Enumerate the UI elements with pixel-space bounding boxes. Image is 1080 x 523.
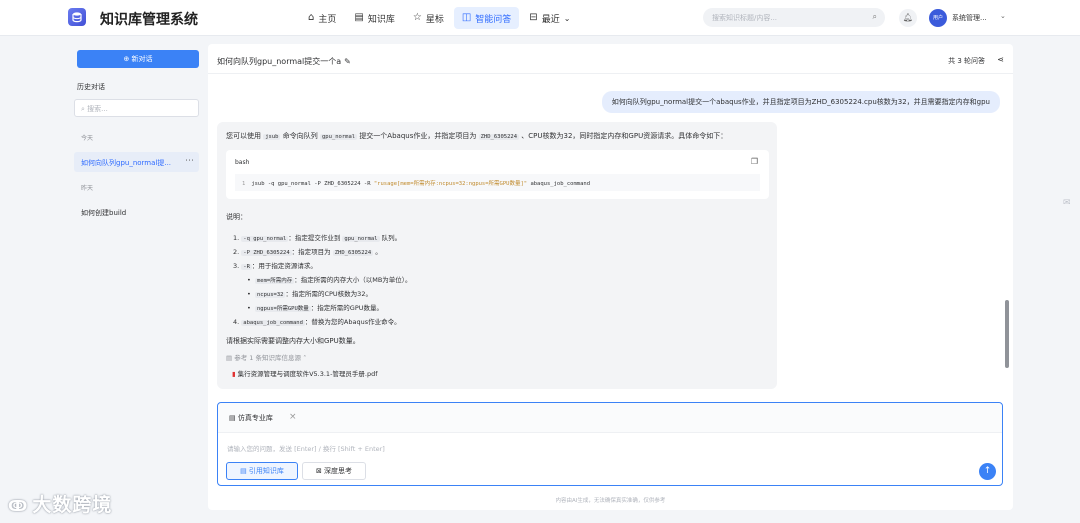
reference-toggle[interactable]: ▤ 参考 1 条知识库信息源 ˄ bbox=[226, 352, 306, 362]
list-item: 2. -P ZHD_6305224 ：指定项目为 ZHD_6305224 。 bbox=[233, 248, 382, 256]
brain-icon: ⊠ bbox=[315, 467, 325, 475]
watermark-logo-icon: ↂ bbox=[8, 497, 29, 515]
sub-list-item: • ncpus=32 ：指定所需的CPU核数为32。 bbox=[247, 290, 372, 298]
more-options-icon[interactable]: ⋯ bbox=[185, 156, 194, 166]
star-icon: ☆ bbox=[412, 12, 422, 23]
global-search-input[interactable]: 搜索知识标题/内容... ⌕ bbox=[703, 8, 885, 27]
list-item: 4. abaqus_job_command ：替换为您的Abaqus作业命令。 bbox=[233, 318, 401, 326]
watermark: ↂ 大数跨境 bbox=[8, 494, 113, 516]
recent-icon: ⊟ bbox=[529, 12, 538, 23]
chat-icon: ◫ bbox=[461, 12, 472, 23]
group-label: 昨天 bbox=[81, 185, 94, 192]
list-item: 1. -q gpu_normal ：指定提交作业到 gpu_normal 队列。 bbox=[233, 234, 402, 242]
ai-disclaimer: 内容由AI生成，无法确保真实准确，仅供参考 bbox=[555, 498, 666, 504]
new-chat-button[interactable]: ⊕ 新对话 bbox=[77, 50, 199, 68]
composer: ▤ 仿真专业库 × 请输入您的问题，发送 [Enter] / 换行 [Shift… bbox=[217, 402, 1003, 486]
sub-list-item: • ngpus=所需GPU数量 ：指定所需的GPU数量。 bbox=[247, 304, 383, 312]
assistant-message: 您可以使用 jsub 命令向队列 gpu_normal 提交一个Abaqus作业… bbox=[217, 122, 777, 389]
scrollbar[interactable] bbox=[1005, 300, 1009, 368]
group-label: 今天 bbox=[81, 135, 94, 142]
share-icon[interactable]: ⋖ bbox=[997, 55, 1004, 64]
cite-knowledge-button[interactable]: ▤ 引用知识库 bbox=[226, 462, 298, 480]
send-button[interactable]: ↑ bbox=[979, 463, 996, 480]
top-bar: 知识库管理系统 ⌂ 主页 ▤ 知识库 ☆ 星标 ◫ 智能问答 ⊟ 最近 ⌄ 搜索知识标题/内… bbox=[0, 0, 1080, 36]
nav-knowledge-base[interactable]: ▤ 知识库 bbox=[346, 7, 402, 29]
close-icon[interactable]: × bbox=[289, 412, 297, 422]
message-input[interactable]: 请输入您的问题，发送 [Enter] / 换行 [Shift + Enter] bbox=[227, 443, 385, 453]
pdf-icon: ▮ bbox=[232, 370, 236, 378]
conversation-item[interactable]: 如何向队列gpu_normal提... ⋯ bbox=[74, 152, 199, 172]
chat-title[interactable]: 如何向队列gpu_normal提交一个a ✎ bbox=[217, 56, 351, 67]
note-title: 说明： bbox=[226, 213, 247, 221]
book-icon: ▤ bbox=[240, 467, 249, 475]
chat-header: 如何向队列gpu_normal提交一个a ✎ 共 3 轮问答 ⋖ bbox=[208, 44, 1013, 74]
answer-closing: 请根据实际需要调整内存大小和GPU数量。 bbox=[226, 337, 360, 345]
code-line: 1 jsub -q gpu_normal -P ZHD_6305224 -R "r… bbox=[235, 174, 760, 191]
user-message: 如何向队列gpu_normal提交一个abaqus作业，并且指定项目为ZHD_6… bbox=[601, 91, 1000, 113]
search-icon[interactable]: ⌕ bbox=[873, 12, 877, 22]
chevron-down-icon: ⌄ bbox=[563, 13, 571, 23]
sidebar: ⊕ 新对话 历史对话 ⌕ 搜索... 今天 如何向队列gpu_normal提..… bbox=[68, 44, 208, 510]
deep-think-button[interactable]: ⊠ 深度思考 bbox=[302, 462, 366, 480]
knowledge-base-tag-bar: ▤ 仿真专业库 × bbox=[218, 403, 1002, 433]
sub-list-item: • mem=所需内存 ：指定所需的内存大小（以MB为单位）。 bbox=[247, 276, 412, 284]
nav-smart-qa[interactable]: ◫ 智能问答 bbox=[453, 7, 520, 29]
feedback-icon[interactable]: ✉ bbox=[1063, 198, 1077, 212]
nav-starred[interactable]: ☆ 星标 bbox=[405, 7, 452, 29]
nav-home[interactable]: ⌂ 主页 bbox=[300, 7, 344, 29]
knowledge-base-tag[interactable]: ▤ 仿真专业库 bbox=[229, 413, 273, 423]
app-title: 知识库管理系统 bbox=[100, 12, 198, 28]
book-icon: ▤ bbox=[229, 414, 238, 422]
chevron-up-icon: ˄ bbox=[301, 354, 307, 362]
reference-link[interactable]: ▮ 集行资源管理与调度软件V5.3.1-管理员手册.pdf bbox=[232, 368, 378, 378]
answer-intro: 您可以使用 jsub 命令向队列 gpu_normal 提交一个Abaqus作业… bbox=[226, 132, 728, 140]
bell-icon[interactable]: 🔔︎ bbox=[899, 9, 917, 27]
book-icon: ▤ bbox=[354, 12, 364, 23]
chevron-down-icon[interactable]: ⌄ bbox=[1000, 12, 1006, 20]
code-language: bash bbox=[235, 159, 250, 166]
code-block: bash ❐ 1 jsub -q gpu_normal -P ZHD_630522… bbox=[226, 150, 769, 199]
home-icon: ⌂ bbox=[308, 12, 315, 23]
list-item: 3. -R ：用于指定资源请求。 bbox=[233, 262, 317, 270]
nav-recent[interactable]: ⊟ 最近 ⌄ bbox=[521, 7, 578, 29]
main-nav: ⌂ 主页 ▤ 知识库 ☆ 星标 ◫ 智能问答 ⊟ 最近 ⌄ bbox=[300, 7, 580, 29]
document-icon: ▤ bbox=[226, 354, 235, 362]
edit-icon[interactable]: ✎ bbox=[344, 57, 351, 66]
conversation-item[interactable]: 如何创建build bbox=[74, 202, 199, 222]
chat-panel: 如何向队列gpu_normal提交一个a ✎ 共 3 轮问答 ⋖ 如何向队列gpu… bbox=[208, 44, 1013, 510]
history-title: 历史对话 bbox=[77, 83, 105, 91]
copy-icon[interactable]: ❐ bbox=[751, 157, 758, 166]
user-name[interactable]: 系统管理... bbox=[952, 13, 987, 23]
round-count: 共 3 轮问答 bbox=[948, 57, 985, 65]
avatar[interactable]: 用户 bbox=[929, 9, 947, 27]
app-logo-icon bbox=[68, 8, 86, 26]
history-search-input[interactable]: ⌕ 搜索... bbox=[74, 99, 199, 117]
